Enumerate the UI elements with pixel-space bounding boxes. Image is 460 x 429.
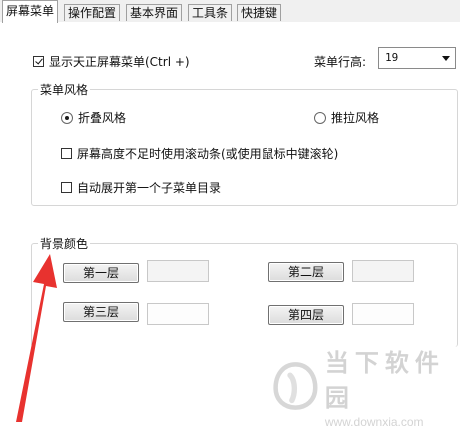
- watermark: 当下软件园 www.downxia.com: [272, 349, 460, 429]
- scrollbar-option[interactable]: 屏幕高度不足时使用滚动条(或使用鼠标中键滚轮): [61, 145, 338, 162]
- watermark-logo-icon: [273, 362, 318, 410]
- layer1-color-swatch[interactable]: [147, 260, 209, 282]
- fold-style-option[interactable]: 折叠风格: [61, 109, 126, 126]
- fold-style-radio[interactable]: [61, 111, 73, 124]
- layer3-color-button[interactable]: 第三层: [63, 302, 139, 322]
- auto-expand-checkbox[interactable]: [61, 182, 72, 193]
- auto-expand-option[interactable]: 自动展开第一个子菜单目录: [61, 179, 221, 196]
- layer1-color-button[interactable]: 第一层: [63, 263, 139, 283]
- tab-toolbar[interactable]: 工具条: [188, 4, 233, 21]
- menu-row-height-select[interactable]: 19: [378, 47, 456, 69]
- show-menu-label: 显示天正屏幕菜单(Ctrl +): [49, 55, 190, 69]
- fold-style-label: 折叠风格: [78, 111, 127, 125]
- layer4-color-swatch[interactable]: [352, 303, 414, 325]
- push-style-option[interactable]: 推拉风格: [314, 109, 379, 126]
- menu-style-title: 菜单风格: [38, 81, 91, 98]
- menu-row-height-label: 菜单行高:: [314, 55, 367, 69]
- auto-expand-label: 自动展开第一个子菜单目录: [77, 181, 222, 195]
- layer2-color-swatch[interactable]: [352, 260, 414, 282]
- chevron-down-icon[interactable]: [442, 56, 450, 61]
- show-menu-checkbox[interactable]: [33, 56, 44, 67]
- scrollbar-checkbox[interactable]: [61, 148, 72, 159]
- menu-row-height-value: 19: [385, 51, 399, 64]
- tab-operation-config[interactable]: 操作配置: [64, 4, 121, 21]
- layer3-color-swatch[interactable]: [147, 303, 209, 325]
- push-style-radio[interactable]: [314, 111, 326, 124]
- tab-strip: 屏幕菜单 操作配置 基本界面 工具条 快捷键: [0, 0, 460, 23]
- tab-screen-menu[interactable]: 屏幕菜单: [2, 0, 59, 23]
- layer4-color-button[interactable]: 第四层: [268, 305, 344, 325]
- bg-color-title: 背景颜色: [38, 235, 91, 252]
- watermark-name: 当下软件园: [324, 349, 445, 412]
- bg-color-group: [31, 243, 458, 347]
- push-style-label: 推拉风格: [331, 111, 380, 125]
- watermark-url: www.downxia.com: [324, 415, 424, 429]
- tab-shortcuts[interactable]: 快捷键: [237, 4, 282, 21]
- show-menu-row[interactable]: 显示天正屏幕菜单(Ctrl +): [33, 53, 190, 70]
- layer2-color-button[interactable]: 第二层: [268, 262, 344, 282]
- scrollbar-label: 屏幕高度不足时使用滚动条(或使用鼠标中键滚轮): [77, 147, 339, 161]
- tab-basic-ui[interactable]: 基本界面: [126, 4, 183, 21]
